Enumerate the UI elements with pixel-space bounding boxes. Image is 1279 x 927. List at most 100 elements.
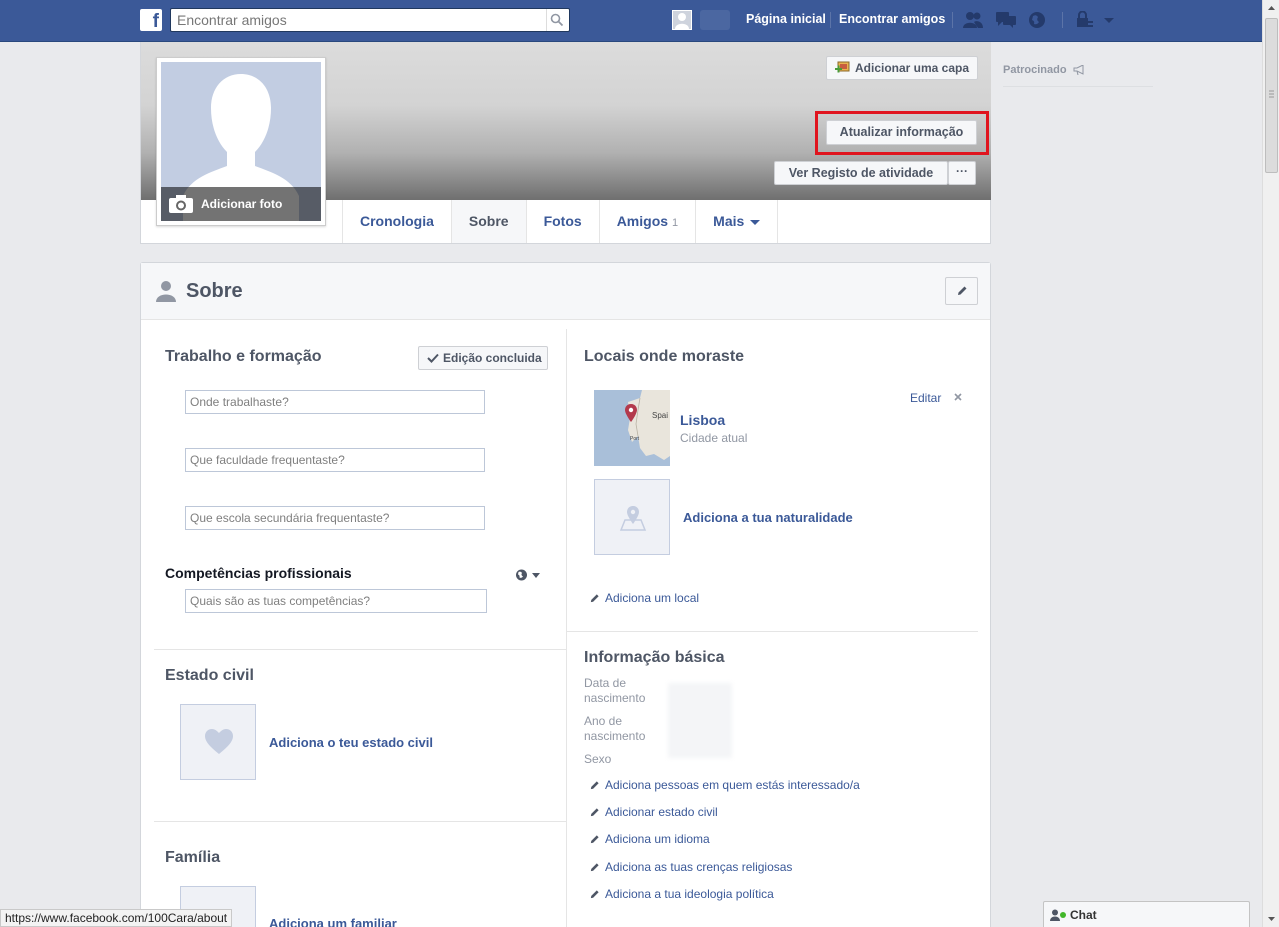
add-interested-in-link[interactable]: Adiciona pessoas em quem estás interessa… [589, 778, 860, 792]
nav-find-friends-link[interactable]: Encontrar amigos [839, 12, 945, 26]
profile-tabs: Cronologia Sobre Fotos Amigos 1 Mais [342, 200, 779, 243]
pencil-icon [590, 781, 599, 790]
activity-log-button[interactable]: Ver Registo de atividade [774, 161, 948, 185]
friend-requests-icon[interactable] [963, 11, 983, 29]
scroll-thumb[interactable] [1265, 18, 1278, 173]
workplace-field[interactable] [185, 390, 485, 414]
chat-bar[interactable]: Chat [1043, 901, 1250, 927]
tab-photos[interactable]: Fotos [527, 200, 600, 243]
messages-icon[interactable] [996, 11, 1016, 29]
add-language-link[interactable]: Adiciona um idioma [589, 832, 710, 846]
pencil-icon [590, 835, 599, 844]
add-cover-photo-icon [835, 61, 850, 73]
scroll-down-arrow-icon[interactable] [1263, 910, 1279, 927]
facebook-logo[interactable]: f [140, 9, 162, 31]
top-bar: f Página inicial Encontrar amigos [0, 0, 1262, 42]
tab-friends[interactable]: Amigos 1 [600, 200, 697, 243]
map-thumbnail[interactable]: Spai Port [594, 390, 670, 466]
caret-down-icon [750, 219, 761, 225]
add-hometown-link[interactable]: Adiciona a tua naturalidade [683, 510, 853, 525]
nav-separator [1062, 12, 1063, 28]
skills-title: Competências profissionais [165, 565, 352, 581]
relationship-placeholder-box[interactable] [180, 704, 256, 780]
notifications-globe-icon[interactable] [1028, 11, 1048, 29]
add-place-label: Adiciona um local [605, 591, 700, 605]
map-pin-icon [619, 506, 647, 531]
camera-icon [169, 195, 193, 213]
section-divider [154, 821, 566, 822]
add-family-link[interactable]: Adiciona um familiar [269, 916, 397, 927]
update-info-button[interactable]: Atualizar informação [826, 120, 977, 145]
add-religion-link[interactable]: Adiciona as tuas crenças religiosas [589, 860, 792, 874]
friends-count: 1 [672, 217, 679, 229]
person-icon [156, 281, 176, 302]
privacy-shortcuts-icon[interactable] [1074, 11, 1094, 29]
current-city-link[interactable]: Lisboa [680, 412, 725, 428]
more-options-button[interactable]: ··· [948, 161, 976, 185]
edit-about-button[interactable] [945, 277, 978, 305]
map-label-portugal: Port [630, 436, 640, 442]
add-photo-label: Adicionar foto [201, 197, 283, 211]
high-school-field[interactable] [185, 506, 485, 530]
page-scrollbar[interactable] [1262, 0, 1279, 927]
tab-timeline[interactable]: Cronologia [342, 200, 452, 243]
add-relationship-status-link[interactable]: Adicionar estado civil [589, 805, 718, 819]
birth-date-label: Data de nascimento [584, 676, 646, 705]
column-divider [566, 329, 567, 927]
add-place-link[interactable]: Adiciona um local [589, 591, 699, 605]
tab-label: Cronologia [360, 213, 434, 229]
heart-icon [205, 729, 233, 754]
basic-info-title: Informação básica [584, 649, 725, 666]
blurred-personal-values [668, 683, 732, 758]
add-cover-button[interactable]: Adicionar uma capa [826, 56, 979, 80]
done-editing-label: Edição concluida [443, 351, 542, 365]
add-political-view-link[interactable]: Adiciona a tua ideologia política [589, 887, 774, 901]
tab-label: Sobre [468, 213, 509, 229]
sex-label: Sexo [584, 752, 612, 766]
places-title: Locais onde moraste [584, 348, 745, 365]
tab-about[interactable]: Sobre [451, 200, 527, 243]
done-editing-button[interactable]: Edição concluida [418, 346, 548, 370]
hometown-placeholder-box[interactable] [594, 479, 670, 555]
tab-more[interactable]: Mais [696, 200, 779, 243]
add-relationship-status-label: Adicionar estado civil [605, 805, 718, 819]
search-box [170, 8, 570, 32]
about-title: Sobre [186, 280, 243, 302]
edit-city-link[interactable]: Editar [910, 391, 941, 405]
pencil-icon [590, 863, 599, 872]
nav-separator [952, 12, 953, 28]
college-field[interactable] [185, 448, 485, 472]
add-relationship-link[interactable]: Adiciona o teu estado civil [269, 735, 433, 750]
search-icon[interactable] [550, 13, 564, 27]
user-avatar[interactable] [672, 10, 692, 30]
scroll-up-arrow-icon[interactable] [1263, 0, 1279, 17]
megaphone-icon [1073, 65, 1084, 76]
map-label-spain: Spai [652, 411, 668, 420]
add-interested-in-label: Adiciona pessoas em quem estás interessa… [605, 778, 860, 792]
search-input[interactable] [171, 9, 541, 31]
chat-online-icon [1050, 909, 1066, 921]
profile-picture-frame: Adicionar foto [156, 57, 326, 226]
family-title: Família [165, 849, 221, 866]
tab-label: Amigos [616, 213, 669, 229]
tab-label: Fotos [543, 213, 582, 229]
skills-field[interactable] [185, 589, 487, 613]
audience-globe-icon[interactable] [515, 567, 545, 583]
pencil-icon [590, 808, 599, 817]
account-menu-chevron-down-icon[interactable] [1102, 11, 1116, 29]
search-separator [546, 9, 547, 31]
remove-close-icon[interactable] [953, 392, 963, 402]
about-section: Sobre Trabalho e formação Edição conclui… [140, 262, 991, 927]
profile-picture[interactable]: Adicionar foto [161, 62, 321, 221]
nav-home-link[interactable]: Página inicial [746, 12, 826, 26]
section-divider [567, 631, 978, 632]
add-photo-button[interactable]: Adicionar foto [161, 187, 321, 221]
sponsored-header: Patrocinado [1003, 64, 1153, 87]
add-cover-label: Adicionar uma capa [855, 61, 970, 75]
tab-label: Mais [713, 213, 745, 229]
relationship-title: Estado civil [165, 667, 254, 684]
map-image: Spai Port [594, 390, 670, 466]
chat-label: Chat [1070, 908, 1097, 922]
current-city-caption: Cidade atual [680, 431, 748, 445]
user-name-blurred[interactable] [700, 10, 730, 30]
